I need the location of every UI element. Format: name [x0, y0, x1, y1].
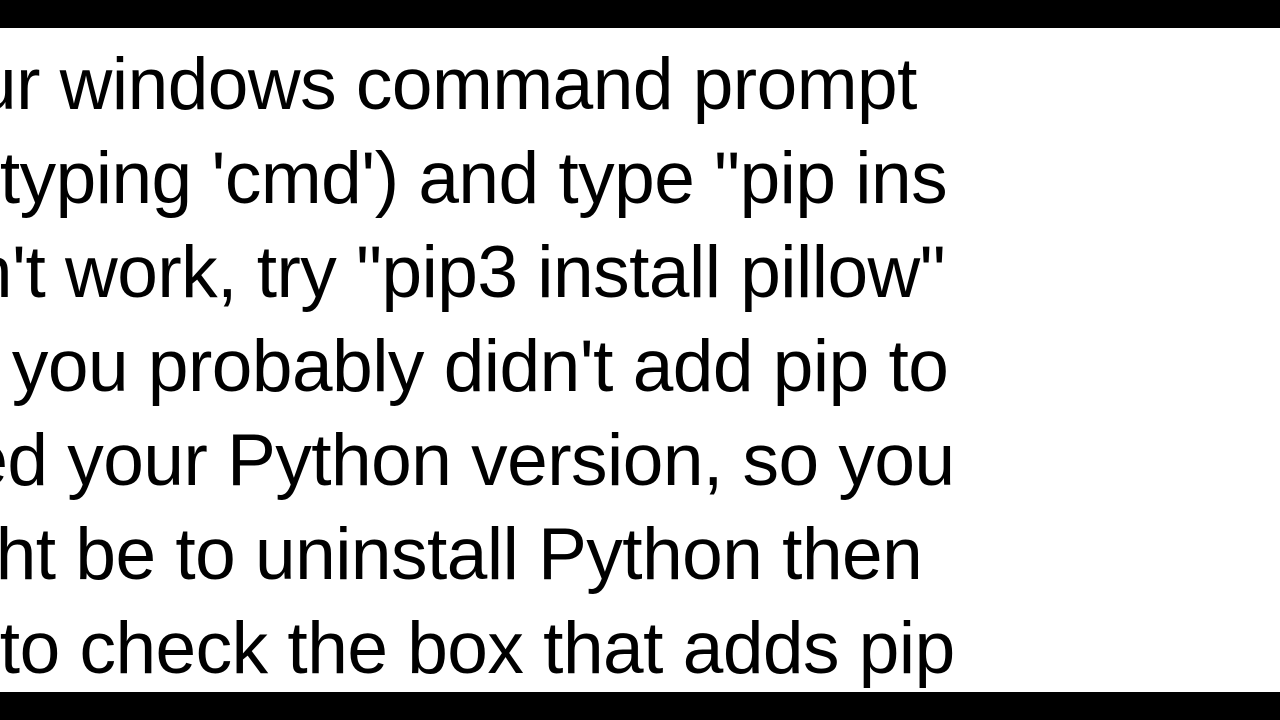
text-line-4: work you probably didn't add pip to [0, 326, 948, 407]
text-line-3: loesn't work, try "pip3 install pillow" [0, 232, 945, 313]
text-line-6: t might be to uninstall Python then [0, 514, 922, 595]
text-line-7: sure to check the box that adds pip [0, 608, 955, 689]
text-line-2: and typing 'cmd') and type "pip ins [0, 138, 947, 219]
text-line-1: o your windows command prompt [0, 44, 937, 125]
text-line-5: stalled your Python version, so you [0, 420, 955, 501]
content-frame: o your windows command prompt and typing… [0, 28, 1280, 692]
letterbox-top [0, 0, 1280, 28]
instruction-text: o your windows command prompt and typing… [0, 38, 1280, 692]
letterbox-bottom [0, 692, 1280, 720]
